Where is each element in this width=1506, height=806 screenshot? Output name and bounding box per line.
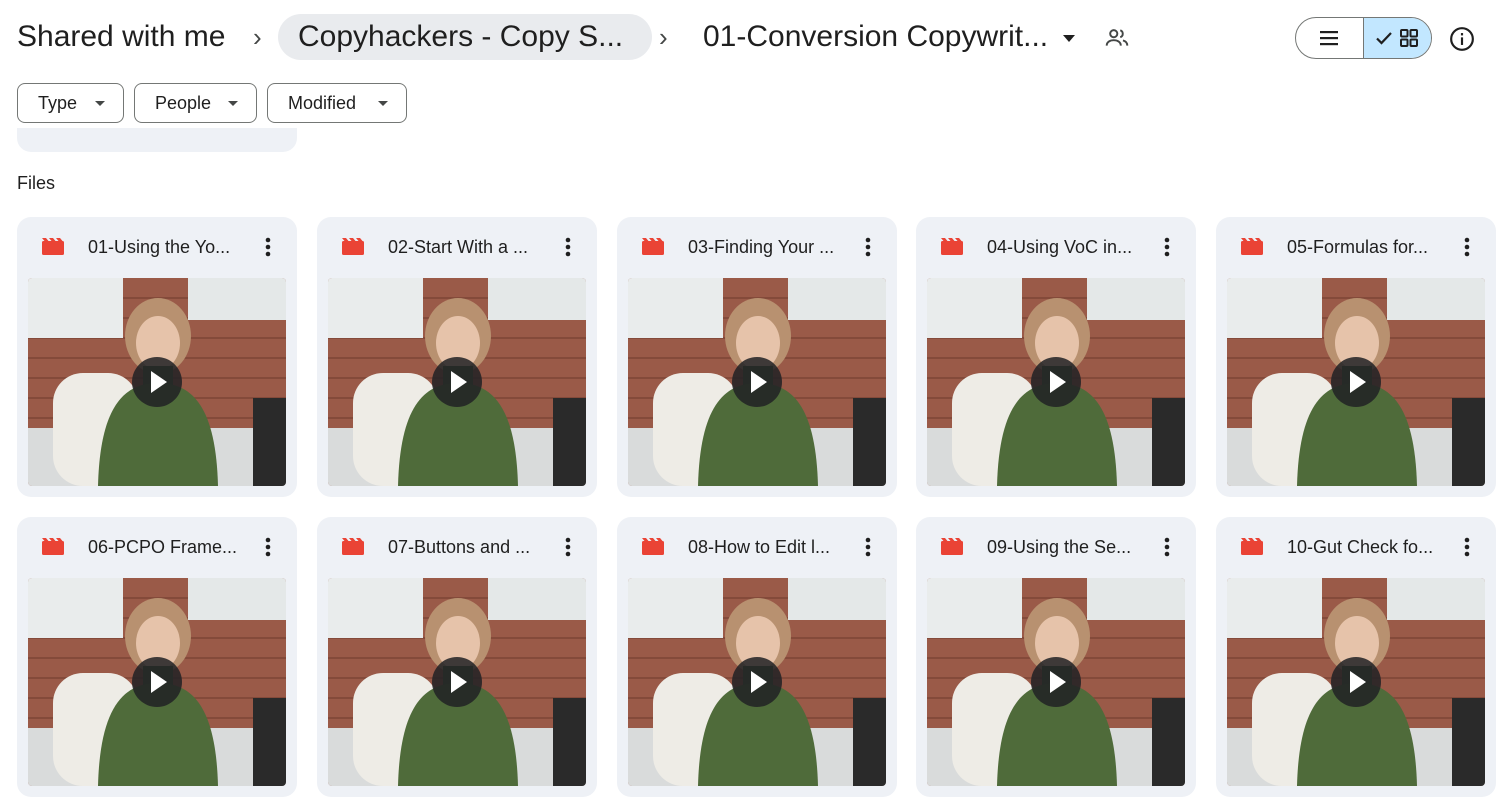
file-name: 02-Start With a ...	[388, 237, 529, 257]
video-thumbnail[interactable]	[628, 278, 886, 486]
breadcrumb-parent-folder[interactable]: Copyhackers - Copy S...	[278, 14, 652, 60]
video-file-icon	[342, 238, 364, 255]
view-toggle	[1295, 17, 1432, 59]
folder-card-partial[interactable]	[17, 128, 297, 152]
info-icon[interactable]	[1449, 26, 1475, 52]
video-thumbnail[interactable]	[28, 578, 286, 786]
video-file-icon	[1241, 538, 1263, 555]
video-thumbnail[interactable]	[1227, 278, 1485, 486]
file-name: 07-Buttons and ...	[388, 537, 531, 557]
file-card[interactable]: 03-Finding Your ...	[617, 217, 897, 497]
file-name: 04-Using VoC in...	[987, 237, 1133, 257]
files-section-label: Files	[17, 173, 56, 193]
check-icon	[1376, 32, 1393, 45]
file-name: 10-Gut Check fo...	[1287, 537, 1434, 557]
people-icon[interactable]	[1104, 25, 1130, 51]
more-vert-icon[interactable]	[859, 533, 877, 561]
file-name: 03-Finding Your ...	[688, 237, 835, 257]
file-card[interactable]: 02-Start With a ...	[317, 217, 597, 497]
play-icon[interactable]	[732, 657, 782, 707]
video-file-icon	[42, 538, 64, 555]
filter-people-label: People	[155, 92, 212, 113]
play-icon[interactable]	[132, 657, 182, 707]
more-vert-icon[interactable]	[259, 233, 277, 261]
more-vert-icon[interactable]	[1158, 233, 1176, 261]
video-thumbnail[interactable]	[628, 578, 886, 786]
more-vert-icon[interactable]	[859, 233, 877, 261]
video-thumbnail[interactable]	[1227, 578, 1485, 786]
chevron-down-icon	[95, 101, 105, 106]
more-vert-icon[interactable]	[559, 533, 577, 561]
file-card[interactable]: 04-Using VoC in...	[916, 217, 1196, 497]
more-vert-icon[interactable]	[559, 233, 577, 261]
file-name: 06-PCPO Frame...	[88, 537, 238, 557]
video-file-icon	[42, 238, 64, 255]
play-icon[interactable]	[1031, 357, 1081, 407]
video-thumbnail[interactable]	[927, 278, 1185, 486]
video-thumbnail[interactable]	[28, 278, 286, 486]
file-name: 05-Formulas for...	[1287, 237, 1429, 257]
filter-type-label: Type	[38, 92, 78, 113]
more-vert-icon[interactable]	[1458, 233, 1476, 261]
play-icon[interactable]	[1031, 657, 1081, 707]
file-card[interactable]: 06-PCPO Frame...	[17, 517, 297, 797]
file-card[interactable]: 10-Gut Check fo...	[1216, 517, 1496, 797]
chevron-down-icon[interactable]	[1063, 35, 1075, 42]
file-card[interactable]: 07-Buttons and ...	[317, 517, 597, 797]
filter-type-chip[interactable]: Type	[17, 83, 124, 123]
play-icon[interactable]	[1331, 657, 1381, 707]
video-thumbnail[interactable]	[328, 278, 586, 486]
grid-view-icon	[1400, 29, 1419, 47]
breadcrumb-shared-with-me[interactable]: Shared with me	[17, 14, 225, 60]
file-card[interactable]: 09-Using the Se...	[916, 517, 1196, 797]
grid-view-button[interactable]	[1363, 18, 1431, 58]
video-thumbnail[interactable]	[328, 578, 586, 786]
file-card[interactable]: 05-Formulas for...	[1216, 217, 1496, 497]
video-file-icon	[1241, 238, 1263, 255]
video-thumbnail[interactable]	[927, 578, 1185, 786]
chevron-down-icon	[378, 101, 388, 106]
play-icon[interactable]	[432, 657, 482, 707]
more-vert-icon[interactable]	[1458, 533, 1476, 561]
filter-modified-label: Modified	[288, 92, 357, 113]
breadcrumb-current-folder[interactable]: 01-Conversion Copywrit...	[703, 14, 1048, 60]
play-icon[interactable]	[432, 357, 482, 407]
chevron-right-icon: ›	[659, 22, 668, 52]
file-card[interactable]: 08-How to Edit l...	[617, 517, 897, 797]
video-file-icon	[941, 238, 963, 255]
header: Shared with me › Copyhackers - Copy S...…	[0, 0, 1506, 76]
play-icon[interactable]	[732, 357, 782, 407]
chevron-right-icon: ›	[253, 22, 262, 52]
filter-modified-chip[interactable]: Modified	[267, 83, 407, 123]
list-view-button[interactable]	[1296, 18, 1364, 58]
more-vert-icon[interactable]	[1158, 533, 1176, 561]
list-view-icon	[1320, 31, 1339, 46]
file-name: 01-Using the Yo...	[88, 237, 231, 257]
file-name: 08-How to Edit l...	[688, 537, 831, 557]
video-file-icon	[642, 538, 664, 555]
video-file-icon	[941, 538, 963, 555]
video-file-icon	[642, 238, 664, 255]
filter-people-chip[interactable]: People	[134, 83, 257, 123]
file-card[interactable]: 01-Using the Yo...	[17, 217, 297, 497]
file-name: 09-Using the Se...	[987, 537, 1132, 557]
video-file-icon	[342, 538, 364, 555]
play-icon[interactable]	[1331, 357, 1381, 407]
chevron-down-icon	[228, 101, 238, 106]
more-vert-icon[interactable]	[259, 533, 277, 561]
play-icon[interactable]	[132, 357, 182, 407]
